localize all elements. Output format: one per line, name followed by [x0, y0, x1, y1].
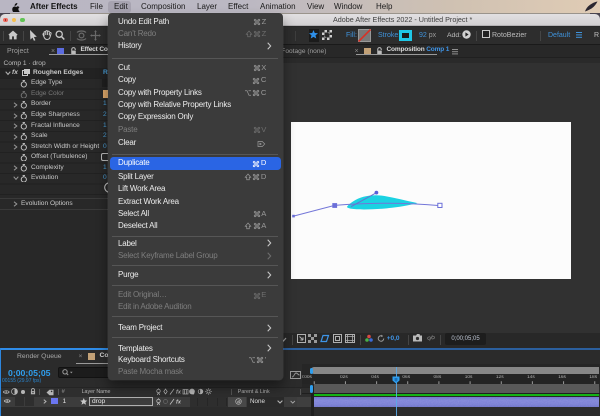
svg-text:fx: fx	[176, 400, 182, 406]
svg-text:fx: fx	[176, 390, 182, 396]
